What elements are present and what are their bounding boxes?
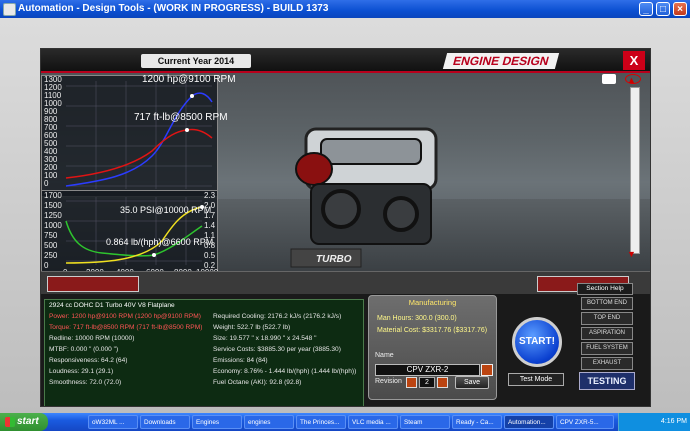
torque-stat: Torque: 717 ft-lb@8500 RPM (717 ft-lb@85… bbox=[49, 324, 203, 331]
r-tick: 1.7 bbox=[204, 211, 216, 220]
game-window: TURBO Current Year 2014 ENGINE DESIGN X … bbox=[40, 48, 651, 407]
vertical-slider[interactable] bbox=[630, 87, 640, 254]
smoothness-stat: Smoothness: 72.0 (72.0) bbox=[49, 379, 122, 386]
r-tick: 1.1 bbox=[204, 231, 216, 240]
y-tick: 1500 bbox=[44, 201, 62, 210]
mtbf-stat: MTBF: 0.000 " (0.000 ") bbox=[49, 346, 119, 353]
name-label: Name bbox=[375, 352, 394, 359]
app-icon bbox=[3, 3, 16, 16]
timeline-strip bbox=[41, 271, 650, 294]
y-tick: 250 bbox=[44, 251, 58, 260]
service-stat: Service Costs: $3885.30 per year (3885.3… bbox=[213, 346, 341, 353]
engine-model[interactable]: TURBO bbox=[286, 99, 461, 269]
current-year: Current Year 2014 bbox=[141, 54, 251, 68]
revision-increment-button[interactable] bbox=[437, 377, 448, 388]
taskbar-item[interactable]: Downloads bbox=[140, 415, 190, 429]
economy-min-label: 0.864 lb/(hph)@6600 RPM bbox=[106, 237, 214, 247]
power-stat: Power: 1200 hp@9100 RPM (1200 hp@9100 RP… bbox=[49, 313, 201, 320]
taskbar-item[interactable]: Ready - Ca... bbox=[452, 415, 502, 429]
menu-top-end[interactable]: TOP END bbox=[581, 312, 633, 325]
taskbar-item[interactable]: oW32ML ... bbox=[88, 415, 138, 429]
menu-aspiration[interactable]: ASPIRATION bbox=[581, 327, 633, 340]
left-slider-thumb[interactable] bbox=[47, 276, 139, 292]
menu-exhaust[interactable]: EXHAUST bbox=[581, 357, 633, 370]
manufacturing-title: Manufacturing bbox=[408, 298, 457, 307]
torque-peak-label: 717 ft-lb@8500 RPM bbox=[134, 112, 228, 123]
taskbar-item[interactable]: CPV ZXR-5... bbox=[556, 415, 614, 429]
y-tick: 750 bbox=[44, 231, 58, 240]
name-clear-button[interactable] bbox=[481, 364, 493, 376]
y-tick: 0 bbox=[44, 261, 49, 270]
material-cost: Material Cost: $3317.76 ($3317.76) bbox=[377, 327, 488, 334]
camera-icon[interactable] bbox=[602, 74, 616, 84]
section-help-button[interactable]: Section Help bbox=[577, 283, 633, 295]
taskbar-item[interactable]: Steam bbox=[400, 415, 450, 429]
scroll-down-icon[interactable]: ▼ bbox=[627, 249, 636, 259]
r-tick: 0.8 bbox=[204, 241, 216, 250]
taskbar-item[interactable]: engines bbox=[244, 415, 294, 429]
revision-decrement-button[interactable] bbox=[406, 377, 417, 388]
loudness-stat: Loudness: 29.1 (29.1) bbox=[49, 368, 114, 375]
manufacturing-panel: Manufacturing Man Hours: 300.0 (300.0) M… bbox=[368, 295, 497, 400]
maximize-button[interactable]: □ bbox=[656, 2, 670, 16]
taskbar-item[interactable]: The Princes... bbox=[296, 415, 346, 429]
menu-fuel-system[interactable]: FUEL SYSTEM bbox=[581, 342, 633, 355]
engine-name: 2924 cc DOHC D1 Turbo 40V V8 Flatplane bbox=[49, 302, 175, 309]
r-tick: 2.0 bbox=[204, 201, 216, 210]
taskbar-item[interactable]: VLC media ... bbox=[348, 415, 398, 429]
weight-stat: Weight: 522.7 lb (522.7 lb) bbox=[213, 324, 291, 331]
window-titlebar: Automation - Design Tools - (WORK IN PRO… bbox=[0, 0, 690, 18]
revision-value: 2 bbox=[419, 377, 435, 388]
test-mode-button[interactable]: Test Mode bbox=[508, 373, 564, 386]
r-tick: 2.3 bbox=[204, 191, 216, 200]
power-peak-label: 1200 hp@9100 RPM bbox=[142, 74, 236, 85]
boost-economy-graph: 35.0 PSI@10000 RPM 0.864 lb/(hph)@6600 R… bbox=[41, 190, 218, 280]
redline-stat: Redline: 10000 RPM (10000) bbox=[49, 335, 135, 342]
cooling-stat: Required Cooling: 2176.2 kJ/s (2176.2 kJ… bbox=[213, 313, 342, 320]
emissions-stat: Emissions: 84 (84) bbox=[213, 357, 268, 364]
y-tick: 1000 bbox=[44, 221, 62, 230]
y-tick: 1700 bbox=[44, 191, 62, 200]
engine-info-panel: 2924 cc DOHC D1 Turbo 40V V8 Flatplane P… bbox=[44, 299, 364, 406]
windows-flag-icon bbox=[5, 417, 15, 427]
taskbar-item-active[interactable]: Automation... bbox=[504, 415, 554, 429]
taskbar-item[interactable]: Engines bbox=[192, 415, 242, 429]
engine-name-input[interactable]: CPV ZXR-2 bbox=[375, 364, 480, 376]
section-title: ENGINE DESIGN bbox=[442, 53, 560, 69]
menu-bottom-end[interactable]: BOTTOM END bbox=[581, 297, 633, 310]
octane-stat: Fuel Octane (AKI): 92.8 (92.8) bbox=[213, 379, 302, 386]
y-tick: 500 bbox=[44, 241, 58, 250]
start-label: start bbox=[17, 416, 39, 427]
economy-stat: Economy: 8.76% - 1.444 lb/(hph) (1.444 l… bbox=[213, 368, 357, 375]
power-torque-graph: 1200 hp@9100 RPM 717 ft-lb@8500 RPM 1300… bbox=[41, 74, 236, 197]
scroll-up-icon[interactable]: ▲ bbox=[627, 75, 636, 85]
man-hours: Man Hours: 300.0 (300.0) bbox=[377, 315, 457, 322]
y-tick: 0 bbox=[44, 179, 49, 188]
start-button[interactable]: START! bbox=[512, 317, 562, 367]
boost-peak-label: 35.0 PSI@10000 RPM bbox=[120, 205, 212, 215]
close-window-button[interactable]: × bbox=[673, 2, 687, 16]
r-tick: 1.4 bbox=[204, 221, 216, 230]
testing-button[interactable]: TESTING bbox=[579, 372, 635, 390]
save-button[interactable]: Save bbox=[455, 376, 489, 389]
size-stat: Size: 19.577 " x 18.990 " x 24.548 " bbox=[213, 335, 317, 342]
r-tick: 0.5 bbox=[204, 251, 216, 260]
start-button-os[interactable]: start bbox=[0, 413, 48, 431]
responsiveness-stat: Responsiveness: 64.2 (64) bbox=[49, 357, 128, 364]
close-icon[interactable]: X bbox=[623, 51, 645, 70]
y-tick: 1250 bbox=[44, 211, 62, 220]
window-title: Automation - Design Tools - (WORK IN PRO… bbox=[18, 3, 329, 14]
svg-text:TURBO: TURBO bbox=[316, 254, 352, 265]
revision-label: Revision bbox=[375, 378, 402, 385]
clock: 4:16 PM bbox=[660, 418, 687, 425]
system-tray: 4:16 PM bbox=[618, 413, 690, 431]
minimize-button[interactable]: _ bbox=[639, 2, 653, 16]
